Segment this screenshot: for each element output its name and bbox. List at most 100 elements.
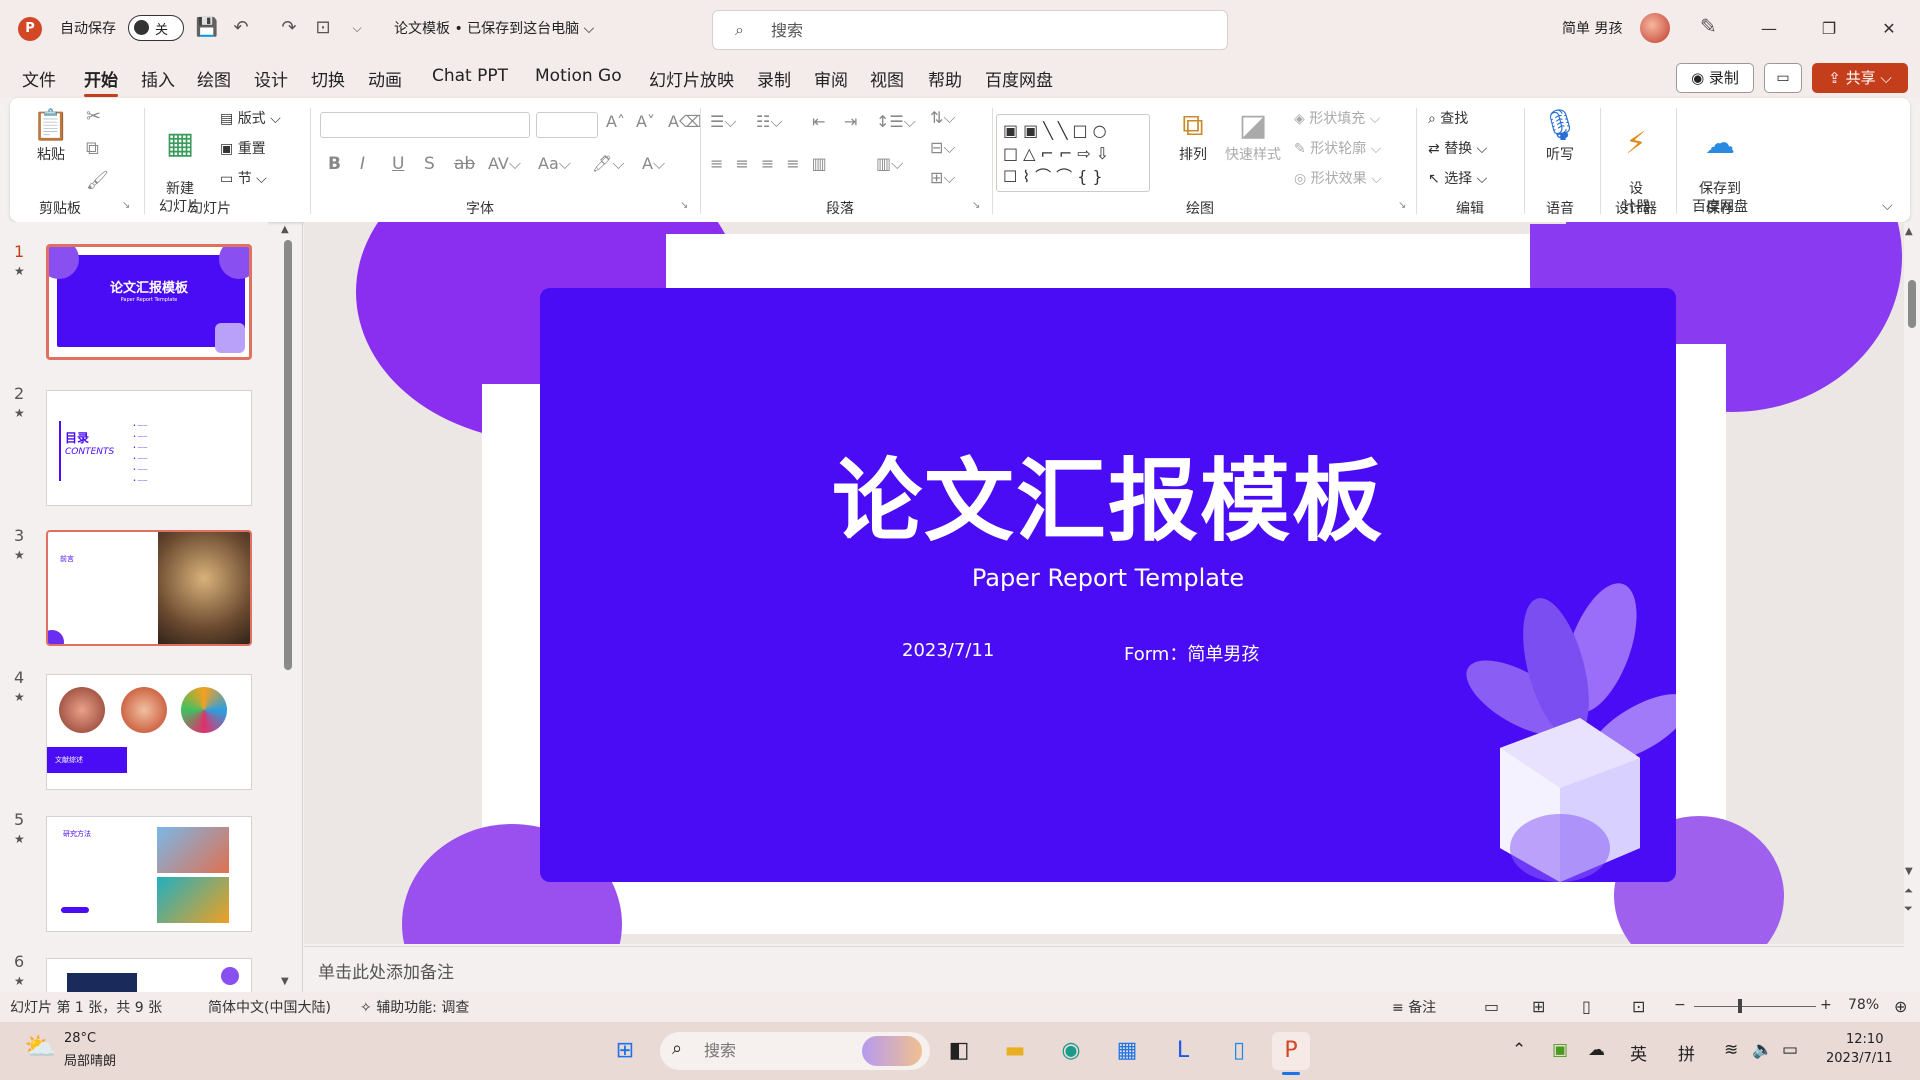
paste-button[interactable]: 📋 粘贴: [28, 108, 74, 164]
lenovo-app-icon[interactable]: L: [1164, 1032, 1202, 1070]
comments-button[interactable]: ▭: [1764, 63, 1802, 93]
title-card[interactable]: 论文汇报模板 Paper Report Template 2023/7/11 F…: [540, 288, 1676, 882]
weather-icon[interactable]: ⛅: [24, 1032, 56, 1062]
microsoft-store-icon[interactable]: ▦: [1108, 1032, 1146, 1070]
normal-view-icon[interactable]: ▭: [1484, 997, 1499, 1016]
slideshow-view-icon[interactable]: ⊡: [1632, 997, 1645, 1016]
taskbar-search[interactable]: ⌕: [660, 1032, 930, 1070]
next-slide-icon[interactable]: ⏷: [1904, 902, 1913, 916]
shape-outline-button[interactable]: ✎ 形状轮廓 ⌵: [1294, 138, 1381, 158]
thumbnail-scrollbar[interactable]: [284, 240, 292, 670]
edge-browser-icon[interactable]: ◉: [1052, 1032, 1090, 1070]
font-color-icon[interactable]: A⌵: [642, 154, 665, 174]
onedrive-icon[interactable]: ☁: [1588, 1040, 1605, 1060]
scroll-down-icon[interactable]: ▼: [281, 976, 289, 987]
pen-icon[interactable]: ✎: [1700, 14, 1717, 38]
notes-placeholder[interactable]: 单击此处添加备注: [318, 958, 454, 983]
volume-icon[interactable]: 🔈: [1752, 1040, 1773, 1060]
columns-icon[interactable]: ▥⌵: [876, 154, 903, 174]
minimize-button[interactable]: —: [1746, 10, 1792, 48]
alignment-icons[interactable]: ≡≡≡≡▥: [710, 154, 839, 173]
bullets-icon[interactable]: ☰⌵: [710, 112, 736, 132]
scroll-up-icon[interactable]: ▲: [281, 224, 289, 235]
increase-indent-icon[interactable]: ⇥: [844, 112, 857, 131]
paragraph-dialog-launcher-icon[interactable]: ↘: [972, 200, 980, 211]
slide-sorter-icon[interactable]: ⊞: [1532, 997, 1545, 1016]
fit-to-window-icon[interactable]: ⊕: [1894, 997, 1907, 1016]
slide-canvas[interactable]: 论文汇报模板 Paper Report Template 2023/7/11 F…: [402, 224, 1784, 944]
layout-button[interactable]: ▤ 版式 ⌵: [220, 108, 281, 128]
notes-toggle[interactable]: ≡ 备注: [1392, 997, 1436, 1017]
clock-time[interactable]: 12:10: [1846, 1032, 1883, 1047]
replace-button[interactable]: ⇄ 替换 ⌵: [1428, 138, 1487, 158]
scroll-down-icon[interactable]: ▼: [1905, 866, 1913, 877]
change-case-icon[interactable]: Aa⌵: [538, 154, 571, 174]
slide-thumbnail-4[interactable]: 文献综述: [46, 674, 252, 790]
tab-animations[interactable]: 动画: [368, 66, 402, 91]
smartart-icon[interactable]: ⊞⌵: [930, 168, 956, 188]
taskbar-search-input[interactable]: [704, 1041, 824, 1060]
powerpoint-taskbar-icon[interactable]: P: [1272, 1032, 1310, 1070]
zoom-out-icon[interactable]: −: [1674, 997, 1686, 1013]
quick-styles-button[interactable]: ◪ 快速样式: [1220, 108, 1286, 164]
tab-baidu-netdisk[interactable]: 百度网盘: [985, 66, 1053, 91]
prev-slide-icon[interactable]: ⏶: [1904, 884, 1913, 898]
decrease-indent-icon[interactable]: ⇤: [812, 112, 825, 131]
language-indicator[interactable]: 简体中文(中国大陆): [208, 997, 331, 1017]
autosave-toggle[interactable]: 关: [128, 15, 184, 41]
tab-review[interactable]: 审阅: [814, 66, 848, 91]
weather-desc[interactable]: 局部晴朗: [64, 1050, 116, 1069]
ribbon-collapse-icon[interactable]: ⌵: [1882, 198, 1893, 214]
clear-format-icon[interactable]: A⌫: [668, 112, 702, 131]
search-input[interactable]: [771, 19, 1191, 41]
tab-slideshow[interactable]: 幻灯片放映: [649, 66, 734, 91]
slide-thumbnail-5[interactable]: 研究方法: [46, 816, 252, 932]
font-dialog-launcher-icon[interactable]: ↘: [680, 200, 688, 211]
tab-record[interactable]: 录制: [757, 66, 791, 91]
slide-title[interactable]: 论文汇报模板: [540, 428, 1676, 558]
clock-date[interactable]: 2023/7/11: [1826, 1051, 1893, 1066]
underline-icon[interactable]: U: [392, 154, 404, 174]
customize-quick-access-icon[interactable]: ⌵: [344, 15, 370, 41]
zoom-in-icon[interactable]: +: [1820, 997, 1832, 1013]
decrease-font-icon[interactable]: A˅: [636, 112, 655, 131]
shape-effects-button[interactable]: ◎ 形状效果 ⌵: [1294, 168, 1382, 188]
bold-icon[interactable]: B: [328, 154, 341, 174]
tab-chatppt[interactable]: Chat PPT: [432, 66, 508, 86]
slide-author[interactable]: Form：简单男孩: [1124, 640, 1259, 666]
close-button[interactable]: ✕: [1866, 10, 1912, 48]
numbering-icon[interactable]: ☷⌵: [756, 112, 782, 132]
slide-thumbnail-1[interactable]: 论文汇报模板 Paper Report Template: [46, 244, 252, 360]
tab-file[interactable]: 文件: [22, 66, 56, 91]
file-explorer-icon[interactable]: ▬: [996, 1032, 1034, 1070]
text-direction-icon[interactable]: ⇅⌵: [930, 108, 956, 128]
char-spacing-icon[interactable]: AV⌵: [488, 154, 521, 174]
slide-thumbnail-2[interactable]: 目录 CONTENTS • —— • —— • —— • —— • —— • ——: [46, 390, 252, 506]
ime-mode[interactable]: 拼: [1678, 1040, 1695, 1065]
tab-motiongo[interactable]: Motion Go: [535, 66, 622, 86]
record-button[interactable]: ◉ 录制: [1676, 63, 1754, 93]
editor-scrollbar[interactable]: [1908, 280, 1916, 328]
tab-help[interactable]: 帮助: [928, 66, 962, 91]
increase-font-icon[interactable]: A˄: [606, 112, 625, 131]
nvidia-icon[interactable]: ▣: [1552, 1040, 1568, 1060]
pane-divider[interactable]: [302, 222, 303, 992]
battery-icon[interactable]: ▭: [1782, 1040, 1798, 1060]
zoom-slider[interactable]: [1694, 1006, 1816, 1007]
task-view-icon[interactable]: ◧: [940, 1032, 978, 1070]
accessibility-status[interactable]: ✧ 辅助功能: 调查: [360, 997, 469, 1017]
tab-home[interactable]: 开始: [84, 66, 118, 97]
phone-link-icon[interactable]: ▯: [1220, 1032, 1258, 1070]
highlight-icon[interactable]: 🖊⌵: [592, 154, 624, 174]
slide-thumbnail-6[interactable]: [46, 958, 252, 992]
shapes-gallery[interactable]: ▣▣╲╲□○ □△⌐⌐⇨⇩ ☐⌇⌒⌒{}: [996, 114, 1150, 192]
restore-button[interactable]: ❐: [1806, 10, 1852, 48]
avatar[interactable]: [1640, 13, 1670, 43]
cut-icon[interactable]: ✂: [86, 106, 101, 127]
reset-button[interactable]: ▣ 重置: [220, 138, 266, 158]
weather-temp[interactable]: 28°C: [64, 1031, 96, 1046]
show-hidden-icons-icon[interactable]: ⌃: [1512, 1040, 1526, 1060]
zoom-slider-handle[interactable]: [1738, 999, 1742, 1013]
scroll-up-icon[interactable]: ▲: [1905, 226, 1913, 237]
dialog-launcher-icon[interactable]: ↘: [122, 200, 130, 211]
